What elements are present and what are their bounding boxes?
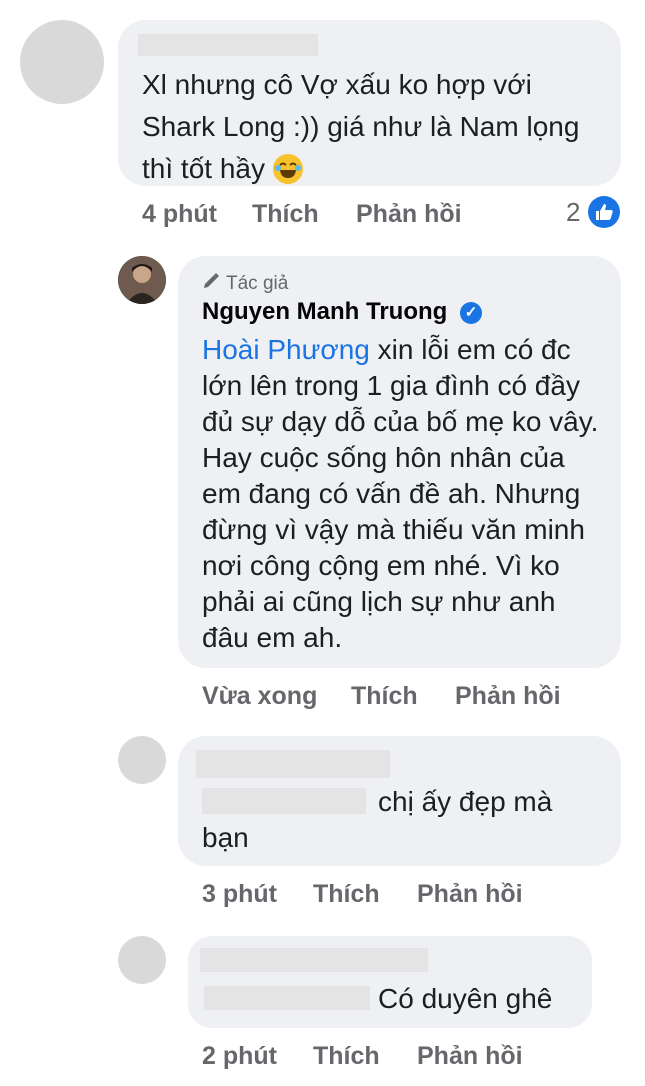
like-button[interactable]: Thích — [252, 200, 356, 229]
redacted-mention — [204, 986, 370, 1010]
comment-time: Vừa xong — [202, 682, 318, 710]
author-badge: Tác giả — [202, 272, 288, 296]
reply-text: Có duyên ghê — [378, 982, 552, 1016]
reply-text: chị ấy đẹp mà bạn — [202, 784, 582, 856]
like-button[interactable]: Thích — [351, 682, 455, 711]
pencil-icon — [202, 272, 220, 296]
author-name-row: Nguyen Manh Truong ✓ — [202, 298, 482, 326]
comment-body: Xl nhưng cô Vợ xấu ko hợp với Shark Long… — [142, 69, 580, 184]
like-button[interactable]: Thích — [313, 1042, 417, 1071]
redacted-author-name — [138, 34, 318, 56]
reply-actions: 2 phút Thích Phản hồi — [202, 1042, 523, 1071]
comment-bubble: Xl nhưng cô Vợ xấu ko hợp với Shark Long… — [118, 20, 621, 186]
comment-text: Xl nhưng cô Vợ xấu ko hợp với Shark Long… — [142, 64, 602, 190]
author-badge-label: Tác giả — [226, 273, 289, 294]
redacted-author-name — [196, 750, 390, 778]
author-name[interactable]: Nguyen Manh Truong — [202, 298, 447, 325]
verified-check-icon: ✓ — [460, 302, 482, 324]
author-comment-bubble: Tác giả Nguyen Manh Truong ✓ Hoài Phương… — [178, 256, 621, 668]
author-comment-text: Hoài Phương xin lỗi em có đc lớn lên tro… — [202, 332, 602, 656]
reaction-summary[interactable]: 2 — [566, 196, 621, 228]
like-icon — [588, 196, 621, 228]
comment-actions: 4 phút Thích Phản hồi — [142, 200, 462, 229]
reply-button[interactable]: Phản hồi — [417, 880, 523, 909]
avatar[interactable] — [118, 936, 166, 984]
comment-time: 3 phút — [202, 880, 277, 908]
like-button[interactable]: Thích — [313, 880, 417, 909]
reply-actions: 3 phút Thích Phản hồi — [202, 880, 523, 909]
reply-bubble: Có duyên ghê — [188, 936, 592, 1028]
reply-body: chị ấy đẹp mà bạn — [202, 786, 553, 853]
author-avatar[interactable] — [118, 256, 166, 304]
avatar[interactable] — [118, 736, 166, 784]
mention-link[interactable]: Hoài Phương — [202, 334, 370, 365]
avatar[interactable] — [20, 20, 104, 104]
reply-button[interactable]: Phản hồi — [356, 200, 462, 229]
laughing-emoji-icon — [272, 154, 303, 184]
reply-body: Có duyên ghê — [378, 983, 553, 1014]
comment-time: 4 phút — [142, 200, 217, 228]
reaction-count: 2 — [566, 196, 581, 227]
reply-button[interactable]: Phản hồi — [455, 682, 561, 711]
comment-time: 2 phút — [202, 1042, 277, 1070]
author-comment-actions: Vừa xong Thích Phản hồi — [202, 682, 561, 711]
reply-bubble: chị ấy đẹp mà bạn — [178, 736, 621, 866]
redacted-author-name — [200, 948, 428, 972]
reply-button[interactable]: Phản hồi — [417, 1042, 523, 1071]
author-comment-body: xin lỗi em có đc lớn lên trong 1 gia đìn… — [202, 334, 599, 653]
